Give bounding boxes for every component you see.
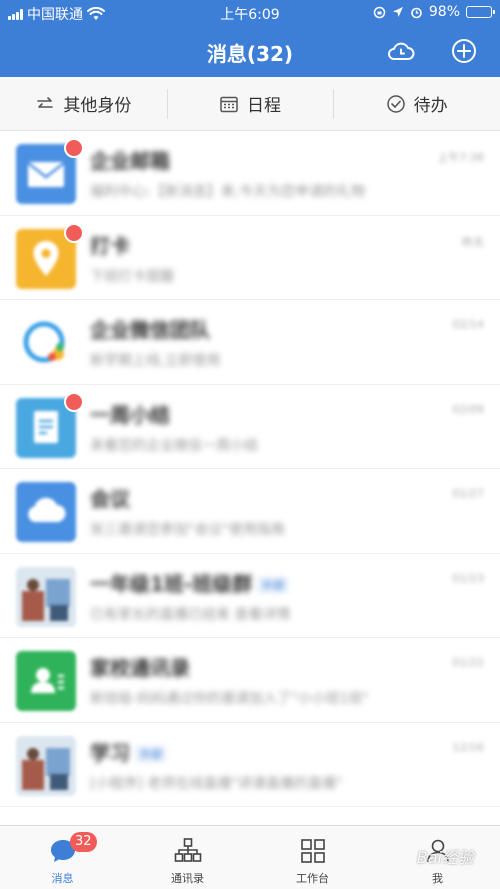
chat-bubbles-icon <box>16 313 76 373</box>
nav-contacts[interactable]: 通讯录 <box>125 826 250 889</box>
rotation-lock-icon <box>373 6 386 18</box>
status-right: 98% <box>373 4 495 20</box>
message-title-text: 会议 <box>90 487 130 511</box>
tab-other-identity-label: 其他身份 <box>63 96 132 116</box>
message-title-text: 一年级1班-班级群 <box>90 571 253 596</box>
message-row[interactable]: 一年级1班-班级群 外部已有家长的直播已结束 查看详情 01/23 <box>0 554 500 638</box>
message-preview: 张三邀请您参加"会议"使用指南 <box>90 522 285 538</box>
message-row[interactable]: 会议张三邀请您参加"会议"使用指南 01/27 <box>0 469 500 554</box>
message-preview: 福利中心:【新消息】来,今天为您申请的礼物 <box>90 184 366 200</box>
nav-messages[interactable]: 消息 32 <box>0 826 125 889</box>
nav-workbench[interactable]: 工作台 <box>250 826 375 889</box>
message-preview: 新学期上线,立即使用 <box>90 353 221 369</box>
message-row[interactable]: 打卡下班打卡提醒 昨天 <box>0 216 500 300</box>
message-time: 昨天 <box>462 235 484 249</box>
photo-icon <box>16 566 76 627</box>
message-avatar <box>16 222 84 289</box>
unread-dot <box>64 138 84 158</box>
message-title: 学习 外部 <box>90 737 166 766</box>
message-avatar <box>16 651 76 711</box>
message-avatar <box>16 138 84 204</box>
message-preview: 下班打卡提醒 <box>90 268 174 285</box>
external-tag: 外部 <box>258 577 289 593</box>
message-avatar <box>16 482 76 542</box>
message-row[interactable]: 一周小结来看您的企业微信一周小结 02/09 <box>0 385 500 469</box>
nav-messages-label: 消息 <box>51 872 74 885</box>
tab-todo-label: 待办 <box>413 96 448 116</box>
watermark: Bai经验 <box>416 848 474 867</box>
message-time: 12/16 <box>452 740 484 754</box>
message-time: 上午7:38 <box>437 151 484 164</box>
message-title: 一周小结 <box>90 399 170 428</box>
message-row[interactable]: 企业邮箱福利中心:【新消息】来,今天为您申请的礼物 上午7:38 <box>0 131 500 216</box>
page-title: 消息(32) <box>206 42 294 66</box>
message-preview: 已有家长的直播已结束 查看详情 <box>90 606 291 623</box>
message-avatar <box>16 566 76 627</box>
cloud-icon <box>16 482 76 542</box>
unread-dot <box>64 391 84 412</box>
nav-contacts-label: 通讯录 <box>171 872 204 885</box>
message-preview: [小程序] 老师在线直播"讲课直播的直播" <box>90 775 343 792</box>
message-avatar <box>16 735 76 796</box>
location-arrow-icon <box>392 7 403 17</box>
message-title: 会议 <box>90 483 130 512</box>
message-row[interactable]: 学习 外部 [小程序] 老师在线直播"讲课直播的直播" 12/16 <box>0 723 500 807</box>
tab-todo[interactable]: 待办 <box>333 77 500 130</box>
switch-arrows-icon <box>37 96 54 108</box>
message-time: 02/14 <box>452 318 484 331</box>
contact-card-icon <box>16 651 76 711</box>
message-row[interactable]: 家校通讯录新班级-妈妈通过你的邀请加入了"小小班1班" 01/22 <box>0 638 500 723</box>
message-time: 01/27 <box>452 487 484 500</box>
message-title: 家校通讯录 <box>90 652 190 681</box>
tab-schedule[interactable]: 日程 <box>166 77 334 130</box>
message-list: 企业邮箱福利中心:【新消息】来,今天为您申请的礼物 上午7:38 打卡下班打卡提醒 昨… <box>0 131 500 825</box>
message-title-text: 家校通讯录 <box>90 656 190 680</box>
check-circle-icon <box>386 94 405 113</box>
message-title-text: 企业邮箱 <box>90 149 170 173</box>
battery-icon <box>466 6 495 18</box>
message-title: 企业微信团队 <box>90 314 210 343</box>
message-title-text: 企业微信团队 <box>90 318 210 342</box>
cloud-clock-icon[interactable] <box>386 36 416 66</box>
top-header: 中国联通 上午6:09 98% 消息(32) <box>0 0 500 77</box>
plus-circle-icon[interactable] <box>449 36 479 66</box>
unread-badge: 32 <box>70 832 97 852</box>
message-avatar <box>16 391 84 458</box>
tab-schedule-label: 日程 <box>247 96 281 116</box>
external-tag: 外部 <box>136 746 166 762</box>
photo-icon <box>16 735 76 796</box>
calendar-icon <box>220 96 238 112</box>
message-row[interactable]: 企业微信团队新学期上线,立即使用 02/14 <box>0 300 500 385</box>
message-title-text: 学习 <box>90 740 130 765</box>
message-time: 01/23 <box>452 571 484 585</box>
org-chart-icon <box>174 838 201 862</box>
message-preview: 来看您的企业微信一周小结 <box>90 437 258 454</box>
message-title: 企业邮箱 <box>90 145 170 174</box>
unread-dot <box>64 222 84 243</box>
message-title: 一年级1班-班级群 外部 <box>90 568 289 597</box>
message-title: 打卡 <box>90 230 130 259</box>
nav-me-label: 我 <box>432 872 443 885</box>
message-time: 01/22 <box>452 656 484 669</box>
status-bar: 中国联通 上午6:09 98% <box>0 0 500 26</box>
battery-percent: 98% <box>428 4 460 20</box>
tab-other-identity[interactable]: 其他身份 <box>0 77 167 130</box>
message-time: 02/09 <box>452 402 484 416</box>
quick-tabs: 其他身份 日程 待办 <box>0 77 500 131</box>
alarm-icon <box>411 7 422 18</box>
message-title-text: 一周小结 <box>90 402 170 427</box>
nav-workbench-label: 工作台 <box>296 872 329 885</box>
grid-icon <box>300 839 325 863</box>
message-avatar <box>16 313 76 373</box>
message-preview: 新班级-妈妈通过你的邀请加入了"小小班1班" <box>90 691 369 707</box>
message-title-text: 打卡 <box>90 233 130 258</box>
